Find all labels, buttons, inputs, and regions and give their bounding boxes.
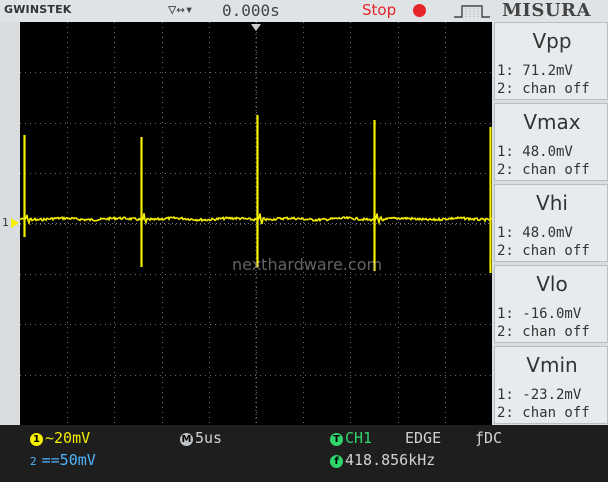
measure-title: Vlo <box>536 272 568 296</box>
measure-ch1-value: 1: 48.0mV <box>497 144 573 160</box>
trigger-position-icon: ▽↔▾ <box>168 2 194 18</box>
measure-ch2-value: 2: chan off <box>497 81 590 97</box>
measure-slot-vhi[interactable]: Vhi 1: 48.0mV 2: chan off <box>494 184 608 262</box>
timebase-icon: M <box>180 433 193 446</box>
measure-slot-vmin[interactable]: Vmin 1: -23.2mV 2: chan off <box>494 346 608 424</box>
measure-ch2-value: 2: chan off <box>497 324 590 340</box>
menu-title: MISURA <box>502 0 591 21</box>
measure-ch1-value: 1: 71.2mV <box>497 63 573 79</box>
edge-trigger-icon <box>454 5 490 18</box>
measure-slot-vlo[interactable]: Vlo 1: -16.0mV 2: chan off <box>494 265 608 343</box>
channel-2-icon: 2 <box>30 455 37 468</box>
measure-ch1-value: 1: -23.2mV <box>497 387 582 403</box>
time-position-readout: 0.000s <box>222 1 280 20</box>
frequency-value: 418.856kHz <box>345 451 436 469</box>
waveform-display[interactable]: nexthardware.com <box>20 22 492 425</box>
run-stop-status[interactable]: Stop <box>362 1 396 19</box>
measure-title: Vmin <box>526 353 578 377</box>
stop-indicator-icon <box>413 4 426 17</box>
channel-1-label: 1 <box>2 216 9 229</box>
timebase-value: 5us <box>195 429 223 447</box>
graticule <box>20 22 492 425</box>
measure-title: Vhi <box>536 191 568 215</box>
channel-1-offset-marker[interactable] <box>11 218 19 228</box>
trigger-icon: T <box>330 433 343 446</box>
watermark: nexthardware.com <box>232 255 383 274</box>
measurement-menu: Vpp 1: 71.2mV 2: chan off Vmax 1: 48.0mV… <box>494 22 608 425</box>
trigger-coupling[interactable]: ƒDC <box>475 429 502 447</box>
measure-title: Vpp <box>532 29 572 53</box>
ch2-scale[interactable]: 2 ==50mV <box>30 451 96 469</box>
measure-ch1-value: 1: -16.0mV <box>497 306 582 322</box>
measure-ch2-value: 2: chan off <box>497 405 590 421</box>
bottom-status-bar: 1 ~20mV 2 ==50mV M 5us T CH1 EDGE ƒDC f 418.8… <box>0 425 608 482</box>
measure-ch2-value: 2: chan off <box>497 162 590 178</box>
ch1-scale-value: ~20mV <box>45 429 91 447</box>
trigger-type[interactable]: EDGE <box>405 429 441 447</box>
frequency-counter: f 418.856kHz <box>330 451 435 469</box>
trigger-source-value: CH1 <box>345 429 373 447</box>
trigger-source[interactable]: T CH1 <box>330 429 372 447</box>
frequency-icon: f <box>330 455 343 468</box>
trigger-time-marker <box>251 24 261 31</box>
measure-slot-vpp[interactable]: Vpp 1: 71.2mV 2: chan off <box>494 22 608 100</box>
measure-ch2-value: 2: chan off <box>497 243 590 259</box>
measure-slot-vmax[interactable]: Vmax 1: 48.0mV 2: chan off <box>494 103 608 181</box>
timebase[interactable]: M 5us <box>180 429 222 447</box>
brand-logo: GWINSTEK <box>4 3 72 16</box>
ch2-scale-value: ==50mV <box>41 451 96 469</box>
channel-1-icon: 1 <box>30 433 43 446</box>
ch1-scale[interactable]: 1 ~20mV <box>30 429 90 447</box>
measure-title: Vmax <box>523 110 581 134</box>
top-status-bar: GWINSTEK ▽↔▾ 0.000s Stop MISURA <box>0 0 608 22</box>
measure-ch1-value: 1: 48.0mV <box>497 225 573 241</box>
oscilloscope-screen: GWINSTEK ▽↔▾ 0.000s Stop MISURA 1 nextha… <box>0 0 608 482</box>
